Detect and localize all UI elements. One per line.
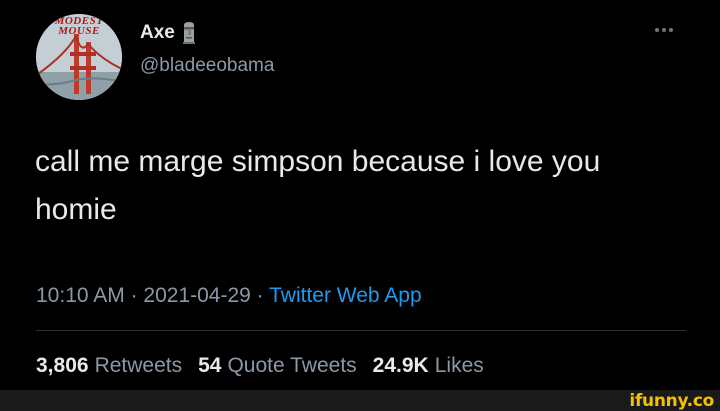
tweet-stats: 3,806 Retweets 54 Quote Tweets 24.9K Likes xyxy=(36,354,484,378)
likes-label: Likes xyxy=(434,354,484,377)
quote-tweets-label: Quote Tweets xyxy=(227,354,357,377)
author-handle[interactable]: @bladeeobama xyxy=(140,55,274,77)
retweets-label: Retweets xyxy=(94,354,183,377)
retweets-count: 3,806 xyxy=(36,354,89,377)
likes-count: 24.9K xyxy=(372,354,429,377)
tweet-text: call me marge simpson because i love you… xyxy=(35,145,601,226)
tweet-card: MODEST MOUSE Axe @bladeeobama call me ma… xyxy=(0,0,720,390)
ifunny-watermark: ifunny.co xyxy=(629,391,714,411)
more-dot xyxy=(655,28,659,32)
author-name-row[interactable]: Axe xyxy=(140,20,197,46)
more-dot xyxy=(669,28,673,32)
tweet-date[interactable]: 2021-04-29 xyxy=(143,284,250,307)
avatar-band-text: MODEST MOUSE xyxy=(54,15,104,37)
meta-separator: · xyxy=(250,284,270,307)
avatar[interactable]: MODEST MOUSE xyxy=(36,14,122,100)
tweet-meta: 10:10 AM · 2021-04-29 · Twitter Web App xyxy=(36,284,422,308)
more-dot xyxy=(662,28,666,32)
quote-tweets-count: 54 xyxy=(198,354,222,377)
divider xyxy=(36,330,686,331)
more-options-icon[interactable] xyxy=(655,28,673,32)
meta-separator: · xyxy=(124,284,144,307)
footer-bar: ifunny.co xyxy=(0,390,720,411)
quote-tweets-stat[interactable]: 54 Quote Tweets xyxy=(198,354,357,378)
tweet-time[interactable]: 10:10 AM xyxy=(36,284,125,307)
moai-icon xyxy=(182,22,195,44)
likes-stat[interactable]: 24.9K Likes xyxy=(373,354,484,378)
author-name[interactable]: Axe xyxy=(140,22,175,44)
tweet-source-link[interactable]: Twitter Web App xyxy=(269,284,422,307)
retweets-stat[interactable]: 3,806 Retweets xyxy=(36,354,182,378)
